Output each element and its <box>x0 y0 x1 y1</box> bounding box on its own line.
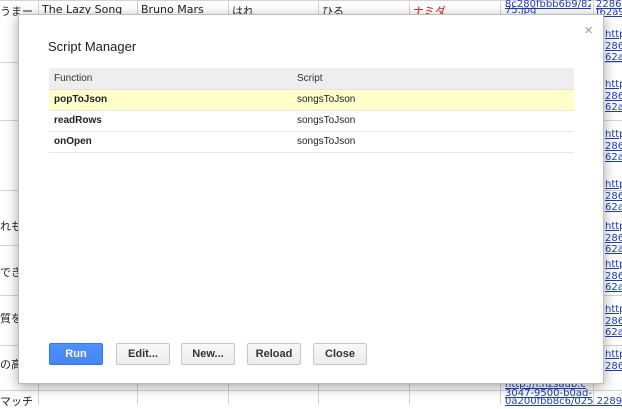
sheet-link[interactable]: 62a9 <box>605 103 622 113</box>
sheet-link[interactable]: http:// <box>605 222 622 232</box>
sheet-link[interactable]: http:// <box>605 80 622 90</box>
new-button[interactable]: New... <box>181 343 235 365</box>
sheet-link[interactable]: http:// <box>605 260 622 270</box>
sheet-link[interactable]: 286- <box>605 317 622 327</box>
sheet-link[interactable]: 62a9 <box>605 328 622 338</box>
sheet-link[interactable]: 62a9 <box>605 245 622 255</box>
sheet-link[interactable]: 286- <box>605 42 622 52</box>
sheet-link[interactable]: 0a200fbb8c6/025 2289 <box>505 397 622 407</box>
close-button[interactable]: Close <box>313 343 367 365</box>
edit-button[interactable]: Edit... <box>116 343 170 365</box>
function-name: popToJson <box>49 89 292 111</box>
sheet-link[interactable]: 286- <box>605 362 622 372</box>
table-row[interactable]: onOpen songsToJson <box>49 131 574 153</box>
close-icon[interactable]: × <box>584 23 593 38</box>
sheet-link[interactable]: 62a9 <box>605 203 622 213</box>
function-name: readRows <box>49 110 292 132</box>
sheet-cell[interactable]: マッチ <box>0 393 36 409</box>
table-row[interactable]: popToJson songsToJson <box>49 89 574 111</box>
table-row[interactable]: readRows songsToJson <box>49 110 574 132</box>
sheet-link[interactable]: http:// <box>605 180 622 190</box>
sheet-link[interactable]: http:// <box>605 130 622 140</box>
column-header-function: Function <box>49 68 292 90</box>
sheet-link[interactable]: 286- <box>605 234 622 244</box>
sheet-link[interactable]: 286- <box>605 92 622 102</box>
function-name: onOpen <box>49 131 292 153</box>
sheet-link[interactable]: 62a9 <box>605 153 622 163</box>
sheet-link[interactable]: 62a9 <box>605 283 622 293</box>
sheet-link[interactable]: 286- <box>605 272 622 282</box>
run-button[interactable]: Run <box>49 343 103 365</box>
column-header-script: Script <box>292 68 574 90</box>
table-header-row: Function Script <box>49 68 574 90</box>
script-name: songsToJson <box>292 89 574 111</box>
scripts-table: Function Script popToJson songsToJson re… <box>49 68 574 153</box>
dialog-title: Script Manager <box>48 39 137 54</box>
sheet-link[interactable]: http:// <box>605 305 622 315</box>
sheet-link[interactable]: http:// <box>605 30 622 40</box>
reload-button[interactable]: Reload <box>247 343 301 365</box>
script-name: songsToJson <box>292 110 574 132</box>
sheet-link[interactable]: 62a9 <box>605 53 622 63</box>
sheet-link[interactable]: 286- <box>605 142 622 152</box>
sheet-link[interactable]: 286- <box>605 192 622 202</box>
script-manager-dialog: × Script Manager Function Script popToJs… <box>18 14 604 384</box>
sheet-link[interactable]: http:// <box>605 350 622 360</box>
script-name: songsToJson <box>292 131 574 153</box>
